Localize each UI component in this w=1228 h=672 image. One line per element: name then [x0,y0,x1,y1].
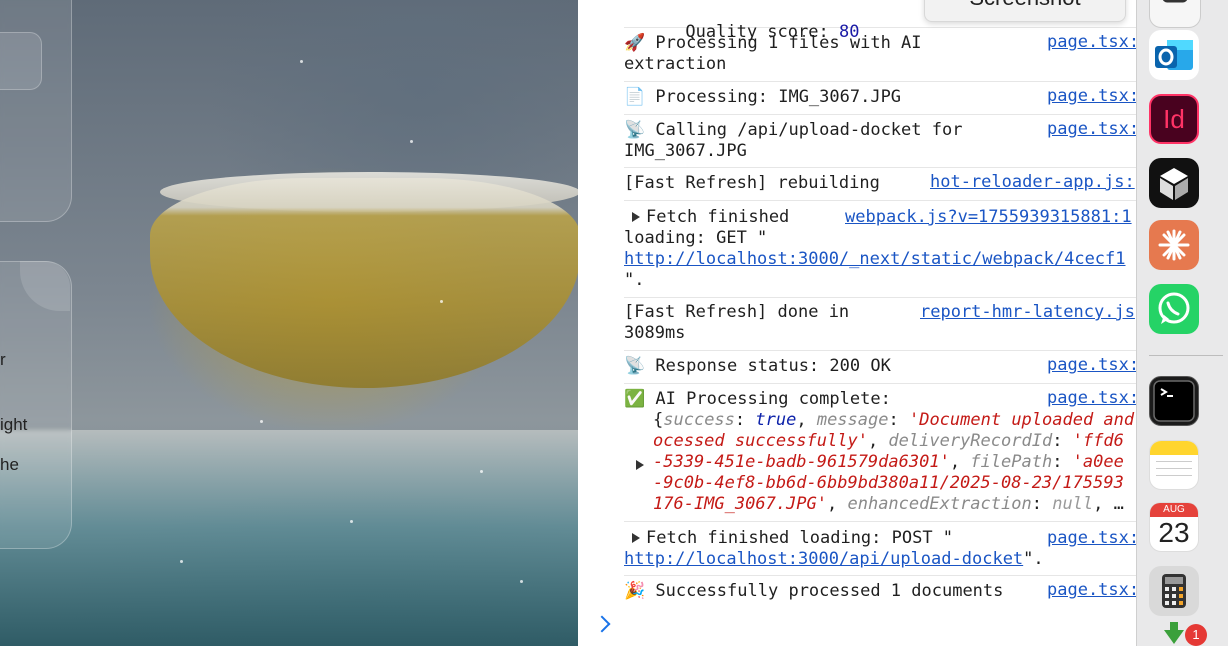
indesign-label: Id [1163,104,1185,134]
console-row-ai-complete: ✅ AI Processing complete: page.tsx: {suc… [624,384,1136,522]
console-message: IMG_3067.JPG [624,141,747,161]
dock: Id AUG 23 1 [1136,0,1228,646]
calendar-month: AUG [1150,503,1198,517]
panel-text-fragment: r [0,350,6,369]
source-link[interactable]: page.tsx: [1047,119,1136,140]
source-link[interactable]: report-hmr-latency.js [920,302,1135,323]
calendar-day: 23 [1158,517,1190,548]
source-link[interactable]: page.tsx: [1047,388,1136,409]
console-message: Fetch finished loading: POST " [646,528,954,548]
console-message: [Fast Refresh] done in [624,302,850,322]
calendar-app-icon[interactable]: AUG 23 [1149,502,1199,552]
outlook-app-icon[interactable] [1149,30,1199,80]
object-preview-line: 176-IMG_3067.JPG', enhancedExtraction: n… [653,494,1124,514]
background-photo: r ight he [0,0,578,646]
source-link[interactable]: page.tsx: [1047,32,1136,53]
terminal-app-icon[interactable] [1149,376,1199,426]
console-row: 🎉 Successfully processed 1 documents pag… [624,576,1136,609]
claude-app-icon[interactable] [1149,220,1199,270]
request-url-link[interactable]: http://localhost:3000/_next/static/webpa… [624,249,1126,270]
console-row-fetch-post: Fetch finished loading: POST " http://lo… [624,522,1136,576]
console-message: loading: GET " [624,228,768,248]
console-row: [Fast Refresh] rebuilding hot-reloader-a… [624,168,1136,201]
console-message: ". [624,270,645,290]
panel-text-fragment: ight [0,415,28,434]
console-message: extraction [624,54,727,74]
console-message: 📄 Processing: IMG_3067.JPG [624,87,902,107]
source-link[interactable]: page.tsx: [1047,86,1136,107]
console-message: 📡 Calling /api/upload-docket for [624,120,963,140]
glass-panel-input[interactable] [0,32,42,90]
expand-arrow-icon[interactable] [636,460,644,470]
console-row: 🚀 Processing 1 files with AI extraction … [624,28,1136,82]
console-message: Fetch finished [646,207,790,227]
indesign-app-icon[interactable]: Id [1149,94,1199,144]
console-row: [Fast Refresh] done in 3089ms report-hmr… [624,298,1136,351]
cube-app-icon[interactable] [1149,158,1199,208]
console-message: 🚀 Processing 1 files with AI [624,33,922,53]
dock-separator [1149,355,1223,356]
request-url-link[interactable]: http://localhost:3000/api/upload-docket [624,549,1023,569]
console-row: 📡 Calling /api/upload-docket for IMG_306… [624,115,1136,168]
table-surface [0,430,578,646]
source-link[interactable]: page.tsx: [1047,355,1136,376]
console-message: [Fast Refresh] rebuilding [624,173,880,193]
whatsapp-app-icon[interactable] [1149,284,1199,334]
screen-capture-app-icon[interactable] [1149,0,1201,28]
object-preview-line: ocessed successfully', deliveryRecordId:… [653,431,1124,451]
object-preview-line: -5339-451e-badb-961579da6301', filePath:… [653,452,1124,472]
expand-arrow-icon[interactable] [632,533,640,543]
console-message: ✅ AI Processing complete: [624,389,891,409]
console-row: 📄 Processing: IMG_3067.JPG page.tsx: [624,82,1136,115]
source-link[interactable]: page.tsx: [1047,580,1136,601]
devtools-console: Quality score: 80 🚀 Processing 1 files w… [578,0,1136,646]
console-message: 📡 Response status: 200 OK [624,356,891,376]
object-preview-line: {success: true, message: 'Document uploa… [653,410,1135,430]
cup [150,178,578,388]
console-row: 📡 Response status: 200 OK page.tsx: [624,351,1136,384]
calculator-app-icon[interactable] [1149,566,1199,616]
console-message: 🎉 Successfully processed 1 documents [624,581,1004,601]
console-row-fetch-get: Fetch finished loading: GET " http://loc… [624,201,1136,298]
source-link[interactable]: page.tsx: [1047,528,1136,549]
source-link[interactable]: webpack.js?v=1755939315881:1 [845,207,1132,228]
console-message-link-line: http://localhost:3000/api/upload-docket"… [624,549,1044,569]
notes-app-icon[interactable] [1149,440,1199,490]
screenshot-button[interactable]: Screenshot [924,0,1126,22]
console-prompt-icon[interactable] [593,615,611,633]
object-preview-line: -9c0b-4ef8-bb6d-6bb9bd380a11/2025-08-23/… [653,473,1124,493]
panel-text-fragment: he [0,455,19,474]
downloads-badge: 1 [1185,624,1207,646]
expand-arrow-icon[interactable] [632,212,640,222]
source-link[interactable]: hot-reloader-app.js: [930,172,1135,193]
console-message: 3089ms [624,323,686,343]
